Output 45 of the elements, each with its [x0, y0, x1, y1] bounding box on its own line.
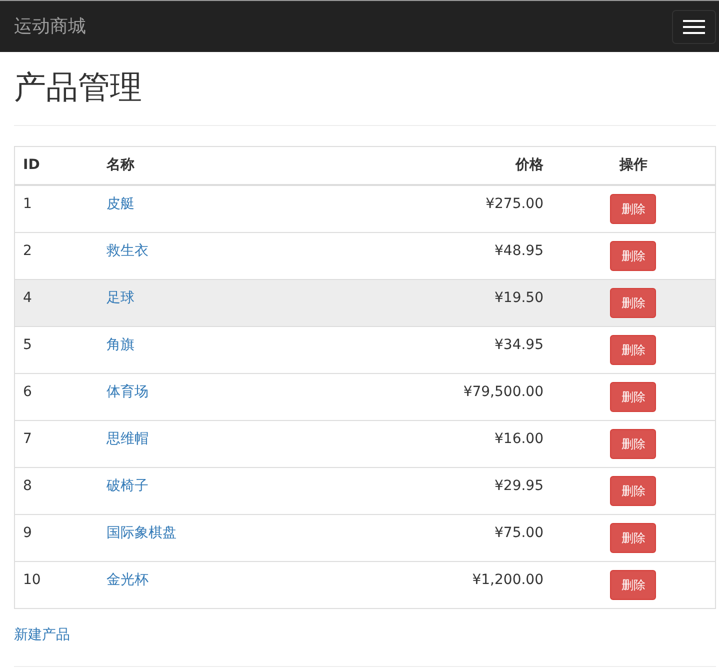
id-text: 1 [23, 196, 32, 212]
menu-icon [683, 18, 705, 34]
brand-name[interactable]: 运动商城 [14, 13, 86, 40]
product-link[interactable]: 角旗 [106, 337, 134, 354]
delete-button[interactable]: 删除 [610, 570, 656, 600]
delete-button[interactable]: 删除 [610, 523, 656, 554]
price-text: ¥48.95 [494, 243, 544, 260]
id-text: 2 [23, 243, 32, 260]
product-link[interactable]: 足球 [106, 290, 134, 306]
delete-button[interactable]: 删除 [610, 476, 656, 506]
product-link[interactable]: 皮艇 [106, 196, 134, 212]
delete-button[interactable]: 删除 [610, 194, 656, 224]
product-link[interactable]: 思维帽 [106, 431, 148, 448]
id-text: 10 [23, 572, 41, 588]
delete-button[interactable]: 删除 [610, 335, 656, 366]
id-text: 8 [23, 478, 32, 494]
price-text: ¥19.50 [494, 290, 544, 306]
price-text: ¥79,500.00 [463, 384, 544, 400]
column-header: ID [23, 157, 40, 174]
product-link[interactable]: 破椅子 [106, 478, 148, 494]
column-header: 价格 [516, 157, 544, 174]
id-text: 9 [23, 525, 32, 542]
product-link[interactable]: 体育场 [106, 384, 148, 400]
price-text: ¥29.95 [494, 478, 544, 494]
price-text: ¥1,200.00 [472, 572, 544, 588]
column-header: 名称 [106, 157, 134, 174]
price-text: ¥275.00 [486, 196, 544, 212]
new-product-link[interactable]: 新建产品 [14, 625, 70, 646]
product-link[interactable]: 救生衣 [106, 243, 148, 260]
delete-button[interactable]: 删除 [610, 382, 656, 412]
delete-button[interactable]: 删除 [610, 429, 656, 460]
delete-button[interactable]: 删除 [610, 241, 656, 272]
price-text: ¥16.00 [494, 431, 544, 448]
id-text: 5 [23, 337, 32, 354]
id-text: 6 [23, 384, 32, 400]
price-text: ¥34.95 [494, 337, 544, 354]
delete-button[interactable]: 删除 [610, 288, 656, 318]
product-link[interactable]: 金光杯 [106, 572, 148, 588]
id-text: 4 [23, 290, 32, 306]
price-text: ¥75.00 [494, 525, 544, 542]
column-header: 操作 [619, 157, 648, 174]
product-link[interactable]: 国际象棋盘 [106, 525, 176, 542]
id-text: 7 [23, 431, 32, 448]
menu-button[interactable] [672, 10, 716, 44]
page-title: 产品管理 [14, 70, 143, 106]
